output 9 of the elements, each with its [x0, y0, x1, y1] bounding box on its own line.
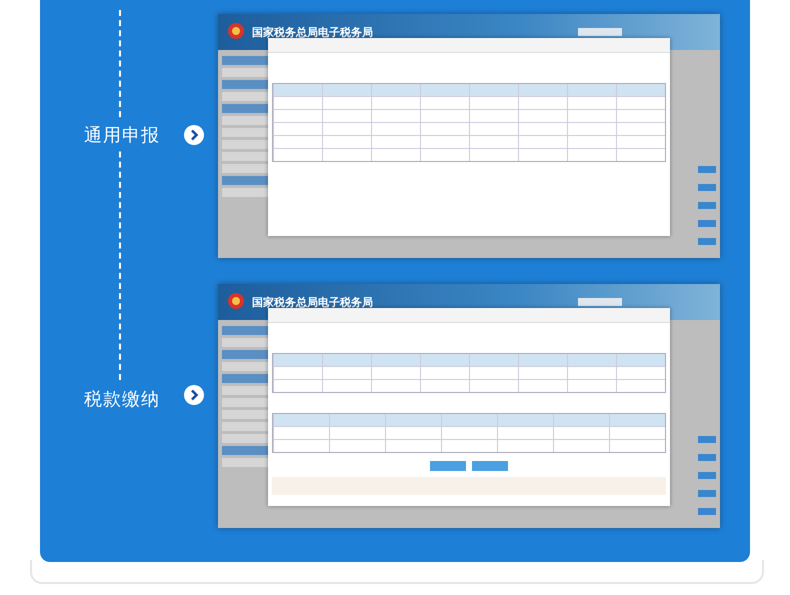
- site-title: 国家税务总局电子税务局: [252, 24, 373, 40]
- site-title: 国家税务总局电子税务局: [252, 294, 373, 310]
- emblem-icon: [226, 22, 246, 42]
- search-field[interactable]: [578, 28, 622, 36]
- chevron-circle-icon[interactable]: [184, 385, 204, 405]
- section-label: 通用申报: [84, 120, 160, 148]
- search-field[interactable]: [578, 298, 622, 306]
- emblem-icon: [226, 292, 246, 312]
- chevron-circle-icon[interactable]: [184, 124, 204, 144]
